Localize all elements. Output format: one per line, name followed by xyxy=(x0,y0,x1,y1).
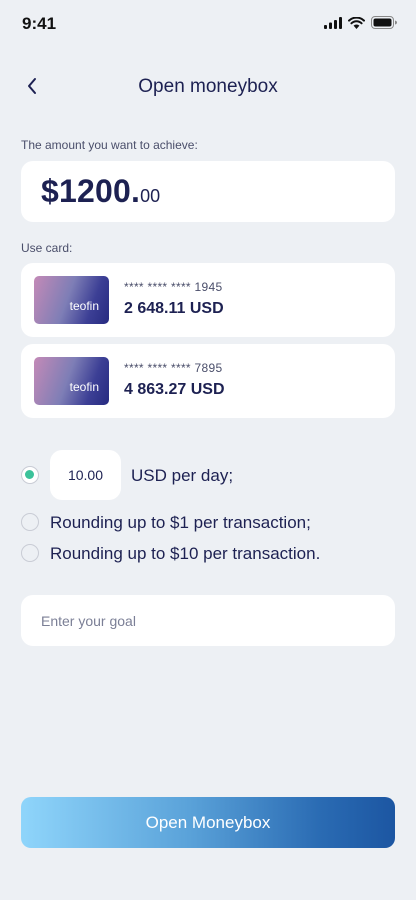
card-number: **** **** **** 7895 xyxy=(124,361,223,375)
round-10-label[interactable]: Rounding up to $10 per transaction. xyxy=(50,544,320,564)
use-card-label: Use card: xyxy=(21,241,73,255)
per-day-label: USD per day; xyxy=(131,466,234,485)
amount-field[interactable]: $1200. 00 xyxy=(21,161,395,222)
card-brand: teofin xyxy=(69,380,99,394)
per-day-radio[interactable] xyxy=(21,466,39,484)
goal-input[interactable] xyxy=(21,595,395,646)
amount-cents: 00 xyxy=(140,186,161,206)
wifi-icon xyxy=(348,16,365,34)
card-item[interactable]: teofin **** **** **** 1945 2 648.11 USD xyxy=(21,263,395,337)
amount-label: The amount you want to achieve: xyxy=(21,138,198,152)
battery-icon xyxy=(371,16,398,34)
card-thumbnail: teofin xyxy=(34,357,109,405)
status-bar: 9:41 xyxy=(0,0,416,50)
card-item[interactable]: teofin **** **** **** 7895 4 863.27 USD xyxy=(21,344,395,418)
card-number: **** **** **** 1945 xyxy=(124,280,223,294)
card-balance: 4 863.27 USD xyxy=(124,381,225,398)
card-thumbnail: teofin xyxy=(34,276,109,324)
round-1-label[interactable]: Rounding up to $1 per transaction; xyxy=(50,513,311,533)
per-day-amount-input[interactable] xyxy=(50,450,121,500)
card-brand: teofin xyxy=(69,299,99,313)
open-moneybox-button[interactable]: Open Moneybox xyxy=(21,797,395,848)
status-icons xyxy=(324,16,398,34)
round-10-radio[interactable] xyxy=(21,544,39,562)
amount-value: $1200. xyxy=(41,173,141,209)
nav-header: Open moneybox xyxy=(0,70,416,106)
signal-icon xyxy=(324,16,342,34)
page-title: Open moneybox xyxy=(138,76,278,97)
round-1-radio[interactable] xyxy=(21,513,39,531)
card-balance: 2 648.11 USD xyxy=(124,300,224,317)
status-time: 9:41 xyxy=(22,14,57,33)
